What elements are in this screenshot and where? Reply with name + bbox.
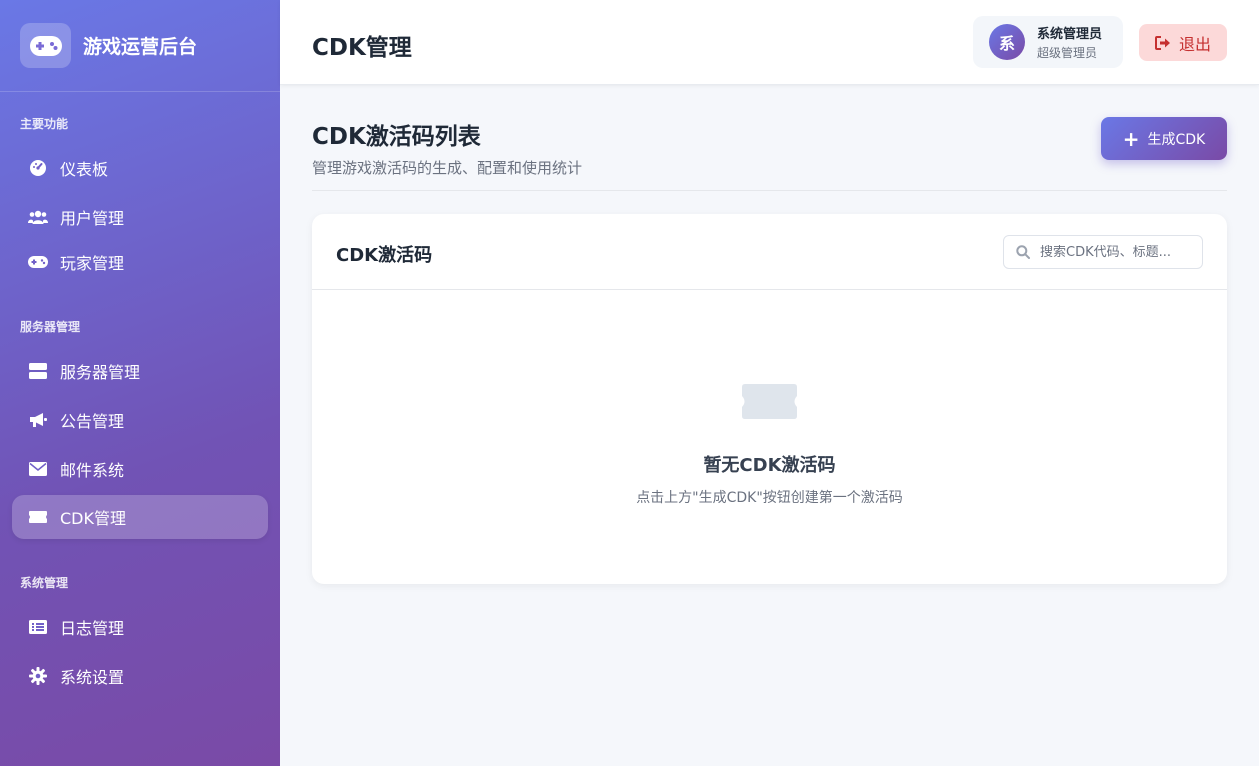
section-label-main: 主要功能: [20, 117, 69, 131]
user-role: 超级管理员: [1037, 46, 1098, 60]
sidebar-item-label: 日志管理: [60, 619, 125, 638]
plus-icon: +: [1122, 126, 1140, 151]
gamepad-logo-icon: [20, 23, 71, 68]
logout-button[interactable]: 退出: [1139, 24, 1227, 61]
gear-icon: [28, 666, 48, 686]
search-box[interactable]: [1003, 235, 1203, 269]
search-input[interactable]: [1040, 244, 1195, 260]
top-bar: CDK管理 系 系统管理员 超级管理员 退出: [280, 0, 1259, 85]
sidebar-item-label: CDK管理: [60, 509, 126, 528]
sidebar-item-label: 邮件系统: [60, 461, 125, 480]
content-title: CDK激活码列表: [312, 124, 481, 150]
list-icon: [28, 617, 48, 637]
generate-cdk-label: 生成CDK: [1147, 131, 1206, 148]
gamepad-icon: [28, 252, 48, 272]
logout-icon: [1154, 35, 1170, 50]
sidebar-item-mail[interactable]: 邮件系统: [12, 447, 268, 491]
logout-label: 退出: [1178, 34, 1211, 54]
ticket-icon: [742, 384, 797, 419]
empty-description: 点击上方"生成CDK"按钮创建第一个激活码: [636, 490, 903, 506]
sidebar-item-dashboard[interactable]: 仪表板: [12, 146, 268, 190]
cdk-card: CDK激活码 暂无CDK激活码 点击上方"生成CDK"按钮创建第一个激活码: [312, 214, 1227, 584]
sidebar-item-servers[interactable]: 服务器管理: [12, 349, 268, 393]
sidebar-item-announcements[interactable]: 公告管理: [12, 398, 268, 442]
sidebar-item-label: 公告管理: [60, 412, 125, 431]
card-title: CDK激活码: [336, 245, 433, 266]
sidebar-item-label: 用户管理: [60, 209, 125, 228]
content-header: CDK激活码列表 管理游戏激活码的生成、配置和使用统计 + 生成CDK: [312, 117, 1227, 191]
page-title: CDK管理: [312, 35, 412, 61]
sidebar-item-users[interactable]: 用户管理: [12, 195, 268, 239]
user-chip[interactable]: 系 系统管理员 超级管理员: [973, 16, 1123, 68]
empty-state: 暂无CDK激活码 点击上方"生成CDK"按钮创建第一个激活码: [312, 384, 1227, 507]
content-subtitle: 管理游戏激活码的生成、配置和使用统计: [312, 159, 583, 177]
section-label-server: 服务器管理: [20, 320, 81, 334]
section-label-system: 系统管理: [20, 576, 69, 590]
card-header: CDK激活码: [312, 214, 1227, 290]
sidebar-item-cdk[interactable]: CDK管理: [12, 495, 268, 539]
sidebar-item-players[interactable]: 玩家管理: [12, 240, 268, 284]
server-icon: [28, 361, 48, 381]
mail-icon: [28, 459, 48, 479]
user-name: 系统管理员: [1037, 27, 1103, 42]
avatar: 系: [989, 24, 1025, 60]
empty-title: 暂无CDK激活码: [703, 455, 836, 476]
sidebar-item-label: 系统设置: [60, 668, 125, 687]
sidebar-item-label: 服务器管理: [60, 363, 141, 382]
brand: 游戏运营后台: [0, 0, 280, 92]
sidebar: 游戏运营后台 主要功能 仪表板 用户管理 玩家管理 服务器管理 服务器管理 公告…: [0, 0, 280, 766]
search-icon: [1016, 245, 1030, 259]
ticket-icon: [28, 507, 48, 527]
sidebar-item-label: 玩家管理: [60, 254, 125, 273]
users-icon: [28, 207, 48, 227]
sidebar-item-logs[interactable]: 日志管理: [12, 605, 268, 649]
dashboard-icon: [28, 158, 48, 178]
sidebar-item-label: 仪表板: [60, 160, 109, 179]
brand-title: 游戏运营后台: [83, 36, 198, 58]
sidebar-item-settings[interactable]: 系统设置: [12, 654, 268, 698]
generate-cdk-button[interactable]: + 生成CDK: [1101, 117, 1227, 160]
megaphone-icon: [28, 410, 48, 430]
